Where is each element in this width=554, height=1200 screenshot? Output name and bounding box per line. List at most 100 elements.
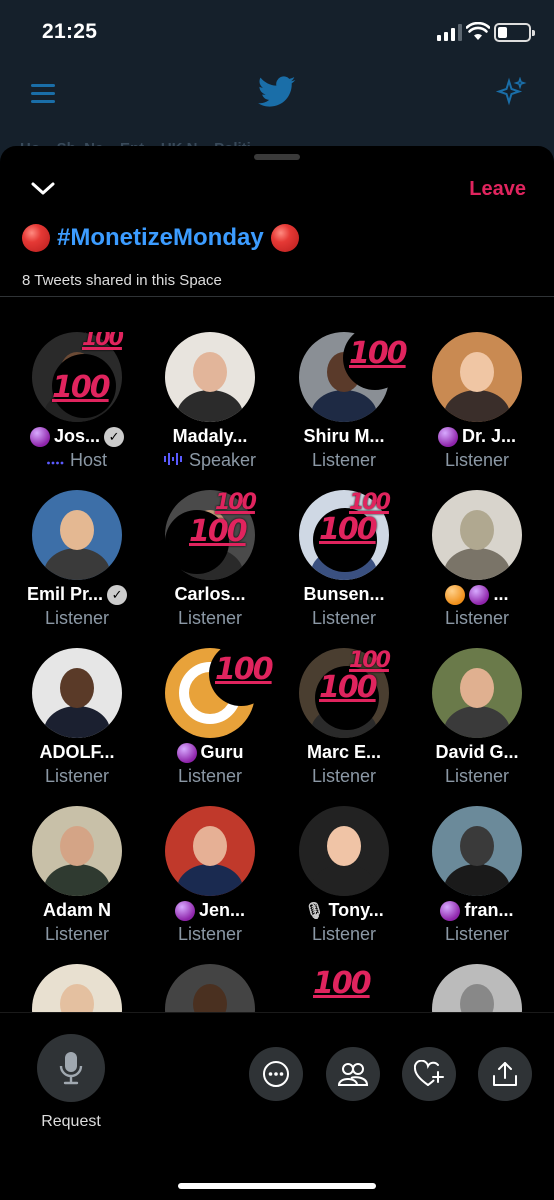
menu-icon[interactable] — [31, 84, 55, 104]
participant-card[interactable]: 100 — [277, 964, 411, 1012]
participant-card[interactable]: 100 100 Carlos... Listener — [143, 490, 277, 640]
participant-role: Listener — [44, 924, 110, 944]
participant-avatar[interactable] — [165, 806, 255, 896]
heart-plus-icon — [414, 1060, 444, 1086]
participant-card[interactable]: fran... Listener — [410, 806, 544, 956]
participant-name-row: Madaly... — [143, 426, 277, 447]
avatar-body — [444, 390, 510, 422]
participant-card[interactable] — [10, 964, 144, 1012]
avatar-body — [444, 864, 510, 896]
participant-card[interactable]: 100 Guru Listener — [143, 642, 277, 798]
participant-avatar[interactable] — [432, 648, 522, 738]
participant-card[interactable]: 100 100 Bunsen... Listener — [277, 490, 411, 640]
hundred-emoji-icon: 100 — [215, 490, 257, 515]
participant-card[interactable]: ... Listener — [410, 490, 544, 640]
participant-role-row: Listener — [277, 924, 411, 945]
participant-name-row: ... — [410, 584, 544, 605]
hundred-emoji-icon: 100 — [52, 370, 111, 405]
participant-name-row: ADOLF... — [10, 742, 144, 763]
participant-name-row: Guru — [143, 742, 277, 763]
purple-circle-emoji-icon — [440, 900, 461, 921]
space-controls: Request — [0, 1012, 554, 1200]
avatar-face — [460, 510, 494, 550]
red-circle-emoji-icon — [270, 224, 299, 252]
avatar-body — [311, 864, 377, 896]
people-button[interactable] — [326, 1047, 380, 1101]
hundred-emoji-icon: 100 — [313, 966, 372, 1001]
participant-avatar[interactable] — [32, 648, 122, 738]
host-speaking-indicator-icon — [47, 450, 65, 471]
participant-name-row: Dr. J... — [410, 426, 544, 447]
avatar-face — [60, 984, 94, 1012]
participant-name-row: 🎙 Tony... — [277, 900, 411, 921]
sheet-grabber[interactable] — [254, 154, 300, 160]
twitter-bird-icon — [258, 76, 296, 107]
participant-avatar[interactable] — [165, 332, 255, 422]
avatar-face — [460, 984, 494, 1012]
hundred-emoji-icon: 100 — [82, 332, 124, 351]
hundred-emoji-icon: 100 — [319, 670, 378, 705]
participant-avatar[interactable] — [432, 806, 522, 896]
participant-card[interactable]: Adam N Listener — [10, 806, 144, 956]
tweets-shared-link[interactable]: 8 Tweets shared in this Space — [22, 272, 222, 289]
wifi-icon — [466, 22, 490, 40]
participant-role-row: Listener — [410, 608, 544, 629]
participant-card[interactable]: David G... Listener — [410, 648, 544, 798]
participant-avatar[interactable] — [299, 806, 389, 896]
people-icon — [338, 1063, 368, 1086]
participant-name: fran... — [464, 900, 514, 920]
participant-role: Listener — [444, 766, 510, 786]
hundred-emoji-icon: 100 — [349, 336, 408, 371]
participant-role: Listener — [311, 608, 377, 628]
participant-role: Listener — [44, 766, 110, 786]
participant-card[interactable]: Jen... Listener — [143, 806, 277, 956]
participant-name-row: Jos... ✓ — [10, 426, 144, 447]
avatar-body — [177, 864, 243, 896]
chevron-down-icon[interactable] — [30, 180, 56, 198]
status-time: 21:25 — [42, 20, 98, 43]
participant-avatar[interactable] — [165, 964, 255, 1012]
request-mic-button[interactable] — [37, 1034, 105, 1102]
studio-microphone-emoji-icon: 🎙 — [304, 901, 325, 920]
sparkle-icon[interactable] — [495, 77, 527, 109]
participant-role-row: Listener — [143, 766, 277, 787]
participant-card[interactable]: 100 100 Marc E... Listener — [277, 648, 411, 798]
participant-role-row: Listener — [143, 924, 277, 945]
space-title[interactable]: #MonetizeMonday — [57, 224, 264, 252]
participant-card[interactable] — [410, 964, 544, 1012]
participant-avatar[interactable] — [32, 490, 122, 580]
status-bar: 21:25 — [0, 0, 554, 62]
participant-role-row: Listener — [277, 608, 411, 629]
more-button[interactable] — [249, 1047, 303, 1101]
participant-avatar[interactable] — [432, 964, 522, 1012]
react-button[interactable] — [402, 1047, 456, 1101]
participant-name-row: Marc E... — [277, 742, 411, 763]
participant-card[interactable]: Dr. J... Listener — [410, 332, 544, 482]
participant-card[interactable] — [143, 964, 277, 1012]
participant-role-row: Listener — [10, 924, 144, 945]
participant-card[interactable]: Emil Pr... ✓ Listener — [10, 490, 144, 640]
verified-badge-icon: ✓ — [107, 584, 128, 605]
purple-circle-emoji-icon — [469, 584, 490, 605]
hundred-emoji-icon: 100 — [349, 648, 391, 673]
participant-card[interactable]: ADOLF... Listener — [10, 648, 144, 798]
purple-circle-emoji-icon — [174, 900, 195, 921]
participant-avatar[interactable] — [432, 332, 522, 422]
participant-name: Tony... — [328, 900, 384, 920]
leave-button[interactable]: Leave — [469, 178, 526, 201]
home-indicator[interactable] — [178, 1183, 376, 1189]
participant-card[interactable]: 100 Shiru M... Listener — [277, 332, 411, 482]
participant-avatar[interactable] — [432, 490, 522, 580]
participant-avatar[interactable] — [32, 806, 122, 896]
avatar-face — [193, 826, 227, 866]
participant-role-row: Listener — [143, 608, 277, 629]
cellular-signal-icon — [437, 24, 462, 41]
participant-avatar[interactable] — [32, 964, 122, 1012]
share-button[interactable] — [478, 1047, 532, 1101]
participant-card[interactable]: Madaly... Speaker — [143, 332, 277, 482]
participant-card[interactable]: 🎙 Tony... Listener — [277, 806, 411, 956]
participant-card[interactable]: 100 100 Jos... ✓ Host — [10, 332, 144, 482]
hundred-emoji-icon: 100 — [215, 652, 274, 687]
red-circle-emoji-icon — [22, 224, 50, 252]
participant-role-row: Listener — [410, 450, 544, 471]
